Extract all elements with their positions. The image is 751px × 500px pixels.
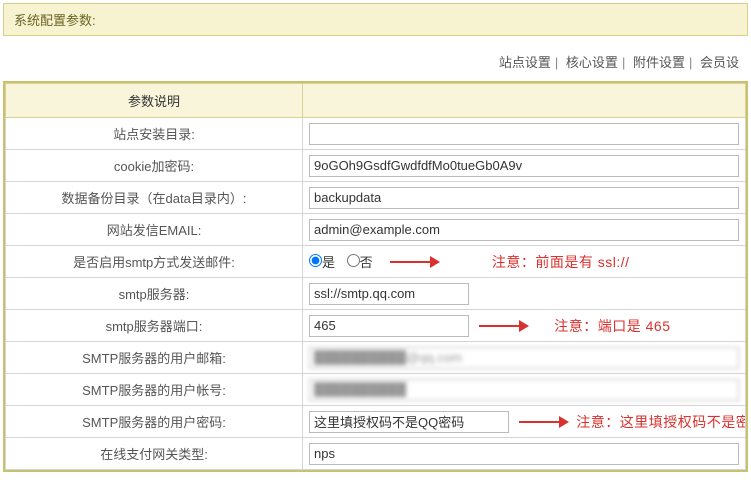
arrow-icon: [519, 416, 571, 428]
nav-member[interactable]: 会员设: [698, 55, 741, 70]
nav-core[interactable]: 核心设置: [564, 55, 620, 70]
input-smtp-user-email[interactable]: [309, 347, 739, 369]
row-install-dir: 站点安装目录:: [6, 118, 746, 150]
label-cookie-enc: cookie加密码:: [6, 150, 303, 182]
row-smtp-server: smtp服务器:: [6, 278, 746, 310]
note-ssl: 注意：前面是有 ssl://: [492, 252, 630, 272]
row-smtp-user-pass: SMTP服务器的用户密码: 注意：这里填授权码不是密码: [6, 406, 746, 438]
nav-sep: |: [553, 55, 560, 70]
row-site-email: 网站发信EMAIL:: [6, 214, 746, 246]
input-smtp-port[interactable]: [309, 315, 469, 337]
row-smtp-user-email: SMTP服务器的用户邮箱:: [6, 342, 746, 374]
label-smtp-user-acct: SMTP服务器的用户帐号:: [6, 374, 303, 406]
input-pay-gateway[interactable]: [309, 443, 739, 465]
input-smtp-user-acct[interactable]: [309, 379, 739, 401]
input-smtp-server[interactable]: [309, 283, 469, 305]
label-smtp-server: smtp服务器:: [6, 278, 303, 310]
note-port: 注意：端口是 465: [554, 316, 670, 336]
label-pay-gateway: 在线支付网关类型:: [6, 438, 303, 470]
label-smtp-user-pass: SMTP服务器的用户密码:: [6, 406, 303, 438]
top-nav: 站点设置| 核心设置| 附件设置| 会员设: [0, 36, 751, 81]
input-smtp-user-pass[interactable]: [309, 411, 509, 433]
label-install-dir: 站点安装目录:: [6, 118, 303, 150]
note-pass: 注意：这里填授权码不是密码: [576, 412, 745, 432]
col-header-value: [303, 84, 746, 118]
page-header-title: 系统配置参数:: [14, 13, 96, 28]
radio-no-text: 否: [360, 255, 373, 270]
input-install-dir[interactable]: [309, 123, 739, 145]
nav-site[interactable]: 站点设置: [497, 55, 553, 70]
label-smtp-port: smtp服务器端口:: [6, 310, 303, 342]
radio-yes-label[interactable]: 是: [309, 255, 335, 270]
label-site-email: 网站发信EMAIL:: [6, 214, 303, 246]
row-smtp-enable: 是否启用smtp方式发送邮件: 是 否 注意：前面是有 ssl://: [6, 246, 746, 278]
config-table: 参数说明 站点安装目录: cookie加密码: 数据备份目录（在data目录内）…: [5, 83, 746, 470]
nav-sep: |: [620, 55, 627, 70]
label-smtp-enable: 是否启用smtp方式发送邮件:: [6, 246, 303, 278]
nav-sep: |: [687, 55, 694, 70]
row-backup-dir: 数据备份目录（在data目录内）:: [6, 182, 746, 214]
input-backup-dir[interactable]: [309, 187, 739, 209]
arrow-icon: [390, 256, 442, 268]
label-smtp-user-email: SMTP服务器的用户邮箱:: [6, 342, 303, 374]
arrow-icon: [479, 320, 531, 332]
radio-no-label[interactable]: 否: [347, 255, 373, 270]
row-cookie-enc: cookie加密码:: [6, 150, 746, 182]
row-smtp-user-acct: SMTP服务器的用户帐号:: [6, 374, 746, 406]
col-header-param: 参数说明: [6, 84, 303, 118]
row-smtp-port: smtp服务器端口: 注意：端口是 465: [6, 310, 746, 342]
input-cookie-enc[interactable]: [309, 155, 739, 177]
form-container: 参数说明 站点安装目录: cookie加密码: 数据备份目录（在data目录内）…: [3, 81, 748, 472]
label-backup-dir: 数据备份目录（在data目录内）:: [6, 182, 303, 214]
radio-yes-text: 是: [322, 255, 335, 270]
page-header: 系统配置参数:: [3, 3, 748, 36]
radio-yes[interactable]: [309, 254, 322, 267]
input-site-email[interactable]: [309, 219, 739, 241]
radio-no[interactable]: [347, 254, 360, 267]
row-pay-gateway: 在线支付网关类型:: [6, 438, 746, 470]
nav-attach[interactable]: 附件设置: [631, 55, 687, 70]
